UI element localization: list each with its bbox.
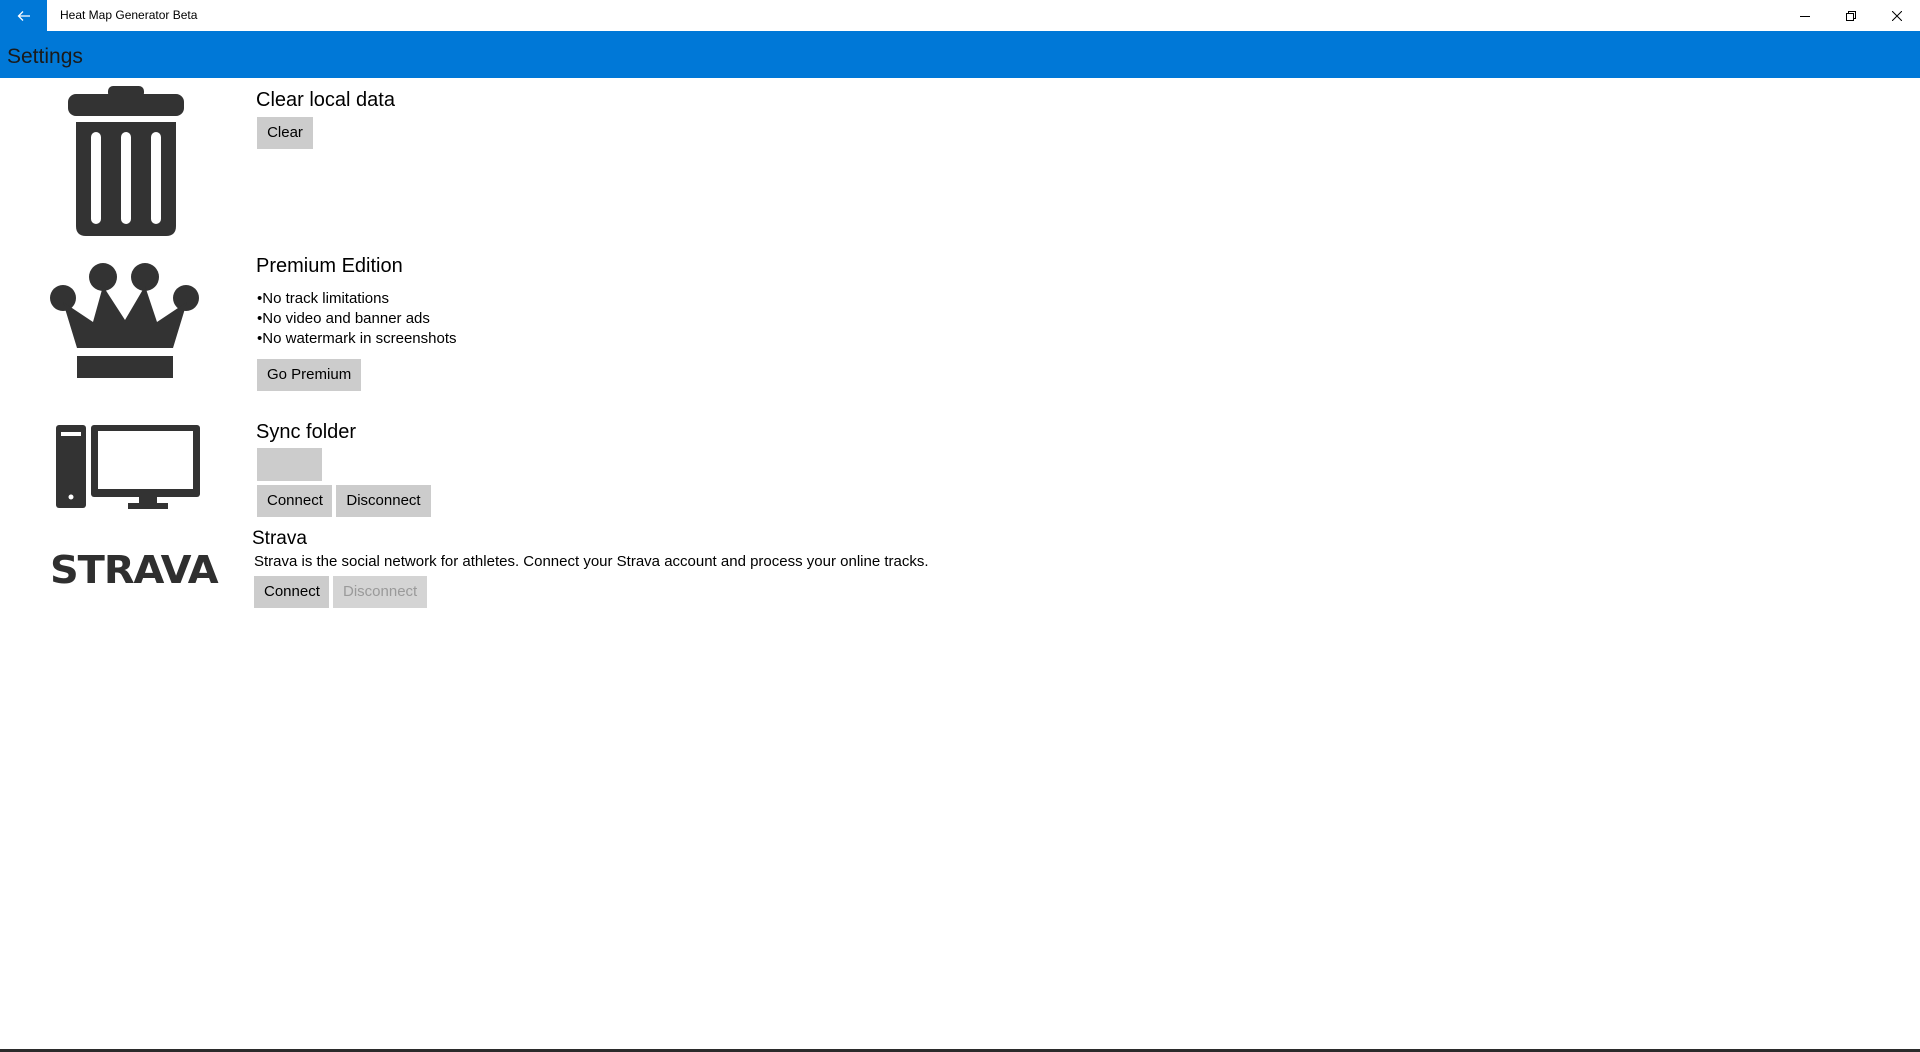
close-button[interactable]: [1874, 0, 1920, 31]
clear-button[interactable]: Clear: [257, 117, 313, 149]
strava-disconnect-button: Disconnect: [333, 576, 427, 608]
back-arrow-icon: [17, 10, 30, 21]
close-icon: [1892, 10, 1902, 21]
desktop-computer-icon: [56, 425, 200, 514]
strava-connect-button[interactable]: Connect: [254, 576, 329, 608]
premium-title: Premium Edition: [256, 255, 403, 277]
crown-icon: [49, 262, 201, 385]
title-bar: Heat Map Generator Beta: [0, 0, 1920, 31]
minimize-button[interactable]: [1782, 0, 1828, 31]
page-header: Settings: [0, 31, 1920, 78]
list-item: No track limitations: [257, 289, 457, 309]
sync-folder-title: Sync folder: [256, 421, 357, 443]
restore-icon: [1846, 10, 1856, 21]
strava-logo: STRAVA: [50, 548, 219, 592]
sync-disconnect-button[interactable]: Disconnect: [336, 485, 431, 517]
back-button[interactable]: [0, 0, 47, 31]
restore-button[interactable]: [1828, 0, 1874, 31]
clear-data-title: Clear local data: [256, 89, 395, 111]
sync-folder-path-field[interactable]: [257, 448, 322, 481]
go-premium-button[interactable]: Go Premium: [257, 359, 361, 391]
page-title: Settings: [7, 45, 83, 68]
sync-connect-button[interactable]: Connect: [257, 485, 332, 517]
trash-can-icon: [68, 86, 184, 243]
strava-title: Strava: [252, 528, 307, 549]
app-title: Heat Map Generator Beta: [60, 8, 198, 22]
list-item: No video and banner ads: [257, 309, 457, 329]
minimize-icon: [1800, 15, 1810, 17]
strava-description: Strava is the social network for athlete…: [254, 553, 929, 570]
premium-features-list: No track limitations No video and banner…: [257, 289, 457, 349]
list-item: No watermark in screenshots: [257, 329, 456, 349]
